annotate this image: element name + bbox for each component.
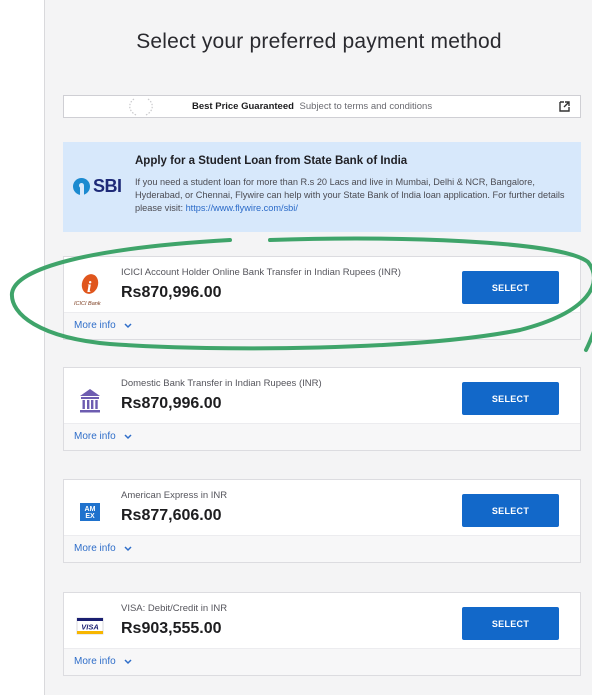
method-name: American Express in INR bbox=[121, 490, 228, 501]
more-info-toggle[interactable]: More info bbox=[64, 423, 580, 450]
svg-text:EX: EX bbox=[85, 513, 95, 520]
select-button-visa[interactable]: SELECT bbox=[462, 607, 559, 640]
method-amount: Rs870,996.00 bbox=[121, 284, 222, 301]
payment-option-domestic-bank: Domestic Bank Transfer in Indian Rupees … bbox=[63, 367, 581, 451]
svg-text:AM: AM bbox=[85, 506, 96, 513]
terms-label: Subject to terms and conditions bbox=[299, 101, 433, 112]
icici-logo-icon: i ICICI Bank bbox=[74, 273, 106, 307]
payment-option-icici: i ICICI Bank ICICI Account Holder Online… bbox=[63, 256, 581, 340]
chevron-down-icon bbox=[124, 546, 132, 552]
method-amount: Rs870,996.00 bbox=[121, 395, 222, 412]
more-info-label: More info bbox=[74, 320, 116, 331]
chevron-down-icon bbox=[124, 434, 132, 440]
payment-option-amex: AM EX American Express in INR Rs877,606.… bbox=[63, 479, 581, 563]
laurel-icon bbox=[129, 98, 153, 116]
more-info-label: More info bbox=[74, 656, 116, 667]
select-button-icici[interactable]: SELECT bbox=[462, 271, 559, 304]
external-link-icon[interactable] bbox=[559, 101, 570, 112]
more-info-toggle[interactable]: More info bbox=[64, 648, 580, 675]
more-info-toggle[interactable]: More info bbox=[64, 535, 580, 562]
chevron-down-icon bbox=[124, 659, 132, 665]
sbi-description: If you need a student loan for more than… bbox=[135, 177, 565, 213]
method-amount: Rs903,555.00 bbox=[121, 620, 222, 637]
sbi-heading: Apply for a Student Loan from State Bank… bbox=[135, 155, 408, 167]
best-price-banner[interactable]: Best Price Guaranteed Subject to terms a… bbox=[63, 95, 581, 118]
more-info-toggle[interactable]: More info bbox=[64, 312, 580, 339]
bank-icon bbox=[74, 384, 106, 416]
method-name: Domestic Bank Transfer in Indian Rupees … bbox=[121, 378, 322, 389]
more-info-label: More info bbox=[74, 431, 116, 442]
best-price-label: Best Price Guaranteed bbox=[192, 101, 294, 112]
sbi-link[interactable]: https://www.flywire.com/sbi/ bbox=[186, 203, 298, 213]
svg-text:i: i bbox=[87, 279, 92, 296]
chevron-down-icon bbox=[124, 323, 132, 329]
method-name: VISA: Debit/Credit in INR bbox=[121, 603, 228, 614]
sbi-logo-icon: SBI bbox=[73, 176, 123, 198]
sbi-loan-banner: SBI Apply for a Student Loan from State … bbox=[63, 142, 581, 232]
page-title: Select your preferred payment method bbox=[136, 30, 502, 53]
svg-text:VISA: VISA bbox=[81, 623, 99, 632]
payment-panel: Select your preferred payment method Bes… bbox=[44, 0, 592, 695]
method-name: ICICI Account Holder Online Bank Transfe… bbox=[121, 267, 401, 278]
visa-icon: VISA bbox=[74, 609, 106, 641]
select-button-amex[interactable]: SELECT bbox=[462, 494, 559, 527]
amex-icon: AM EX bbox=[74, 496, 106, 528]
svg-text:ICICI Bank: ICICI Bank bbox=[74, 301, 101, 307]
method-amount: Rs877,606.00 bbox=[121, 507, 222, 524]
payment-option-visa: VISA VISA: Debit/Credit in INR Rs903,555… bbox=[63, 592, 581, 676]
more-info-label: More info bbox=[74, 543, 116, 554]
select-button-domestic-bank[interactable]: SELECT bbox=[462, 382, 559, 415]
